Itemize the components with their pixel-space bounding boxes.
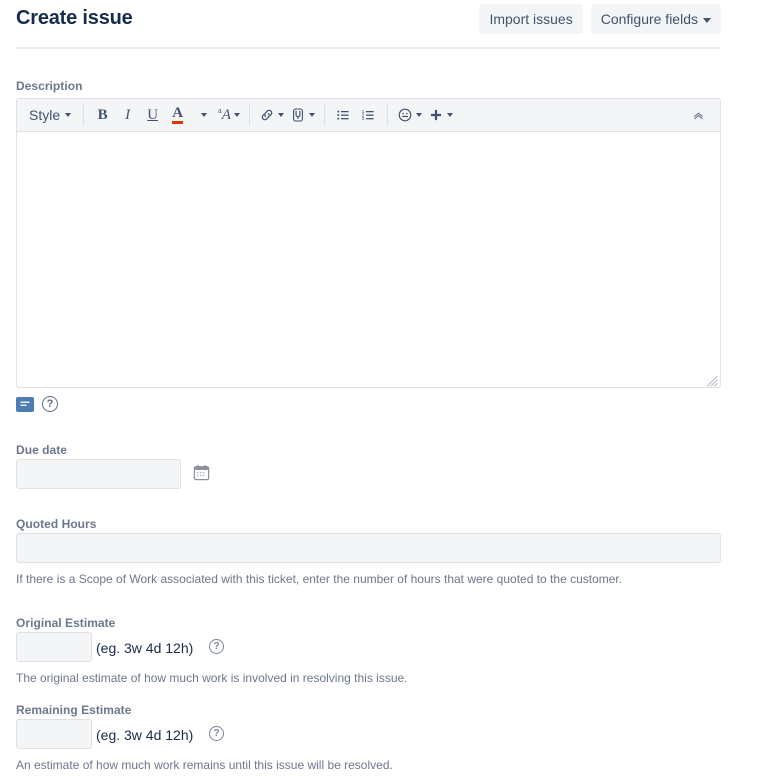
text-highlight-icon: aA: [218, 106, 231, 124]
chevron-down-icon: [200, 113, 207, 117]
underline-button[interactable]: U: [140, 103, 165, 128]
bullet-list-button[interactable]: [331, 103, 356, 128]
remaining-estimate-example: (eg. 3w 4d 12h): [96, 727, 194, 743]
toolbar-separator: [83, 104, 85, 126]
configure-fields-button[interactable]: Configure fields: [590, 4, 721, 34]
calendar-icon: [193, 465, 210, 481]
description-help-icon[interactable]: ?: [42, 396, 58, 412]
double-chevron-up-icon: [693, 112, 703, 119]
due-date-calendar-button[interactable]: [192, 463, 211, 482]
emoji-icon: [398, 108, 412, 122]
quoted-hours-input[interactable]: [16, 533, 721, 563]
editor-footer-actions: ?: [16, 396, 58, 412]
due-date-input[interactable]: [16, 459, 181, 489]
link-button[interactable]: [256, 103, 287, 128]
original-estimate-help-text: The original estimate of how much work i…: [16, 671, 408, 685]
editor-resize-handle[interactable]: [706, 374, 718, 387]
remaining-estimate-help-text: An estimate of how much work remains unt…: [16, 758, 393, 772]
page-header: Create issue Import issues Configure fie…: [0, 0, 761, 48]
remaining-estimate-help-icon[interactable]: ?: [209, 726, 224, 741]
create-issue-page: Create issue Import issues Configure fie…: [0, 0, 761, 776]
text-color-button[interactable]: A: [165, 103, 190, 128]
configure-fields-label: Configure fields: [600, 11, 698, 27]
original-estimate-example: (eg. 3w 4d 12h): [96, 640, 194, 656]
mention-icon: [292, 108, 303, 122]
style-dropdown-label: Style: [29, 107, 61, 123]
emoji-button[interactable]: [394, 103, 425, 128]
italic-icon: I: [125, 106, 131, 123]
due-date-label: Due date: [16, 443, 67, 457]
chevron-down-icon: [703, 17, 711, 23]
chevron-down-icon: [277, 113, 284, 117]
text-highlight-button[interactable]: aA: [215, 103, 243, 128]
chevron-down-icon: [65, 113, 72, 117]
description-editor: Style B I U A aA 1 2 3: [16, 98, 721, 388]
page-title: Create issue: [16, 7, 133, 29]
chevron-down-icon: [233, 113, 240, 117]
description-input[interactable]: [17, 132, 720, 387]
text-highlight-letter: A: [221, 107, 231, 123]
text-color-icon: A: [172, 105, 184, 124]
style-dropdown[interactable]: Style: [23, 103, 77, 128]
markdown-toggle-button[interactable]: [16, 396, 34, 412]
import-issues-button[interactable]: Import issues: [479, 4, 583, 34]
resize-grip-icon: [706, 375, 718, 387]
header-actions: Import issues Configure fields: [479, 4, 721, 34]
markdown-toggle-icon: [20, 401, 30, 406]
svg-text:3: 3: [362, 116, 365, 122]
bold-icon: B: [97, 106, 108, 123]
text-color-dropdown[interactable]: [190, 103, 215, 128]
original-estimate-help-icon[interactable]: ?: [209, 639, 224, 654]
italic-button[interactable]: I: [115, 103, 140, 128]
chevron-down-icon: [308, 113, 315, 117]
collapse-toolbar-button[interactable]: [686, 103, 710, 127]
original-estimate-input[interactable]: [16, 632, 92, 662]
remaining-estimate-input[interactable]: [16, 719, 92, 749]
editor-toolbar: Style B I U A aA 1 2 3: [17, 99, 720, 132]
numbered-list-button[interactable]: 1 2 3: [356, 103, 381, 128]
import-issues-label: Import issues: [489, 11, 573, 27]
remaining-estimate-label: Remaining Estimate: [16, 703, 132, 717]
toolbar-separator: [248, 104, 250, 126]
bullet-list-icon: [337, 110, 349, 120]
bold-button[interactable]: B: [90, 103, 115, 128]
chevron-down-icon: [446, 113, 453, 117]
plus-icon: [430, 109, 441, 121]
chevron-down-icon: [415, 113, 422, 117]
link-icon: [261, 109, 273, 121]
original-estimate-label: Original Estimate: [16, 616, 116, 630]
underline-icon: U: [147, 106, 159, 123]
toolbar-separator: [323, 104, 325, 126]
header-divider: [16, 47, 721, 49]
quoted-hours-help-text: If there is a Scope of Work associated w…: [16, 572, 623, 586]
toolbar-separator: [386, 104, 388, 126]
mention-button[interactable]: [287, 103, 318, 128]
description-label: Description: [16, 79, 83, 93]
insert-more-button[interactable]: [425, 103, 456, 128]
numbered-list-icon: 1 2 3: [362, 109, 374, 122]
quoted-hours-label: Quoted Hours: [16, 517, 97, 531]
